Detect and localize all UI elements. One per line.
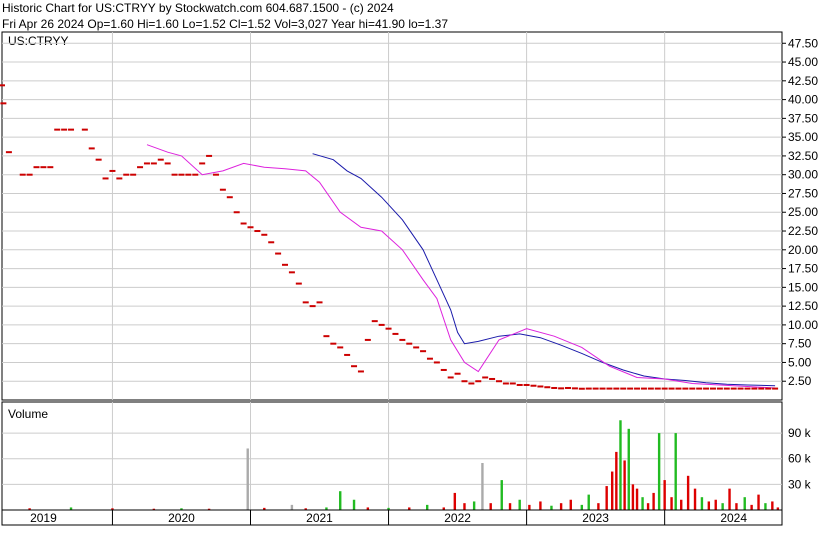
- volume-bar: [743, 497, 746, 510]
- volume-bar: [627, 428, 630, 510]
- y-tick-label: 27.50: [788, 186, 818, 200]
- volume-bar: [674, 433, 677, 510]
- volume-bar: [721, 503, 724, 510]
- volume-bar: [489, 503, 492, 510]
- volume-bar: [764, 503, 767, 510]
- volume-bar: [352, 499, 356, 510]
- volume-bar: [339, 491, 342, 510]
- volume-bar: [528, 504, 531, 510]
- volume-bar: [707, 501, 711, 510]
- volume-bar: [597, 503, 600, 510]
- x-tick-label: 2022: [444, 511, 471, 525]
- volume-bar: [663, 480, 666, 510]
- volume-bar: [550, 505, 553, 510]
- y-tick-label: 25.00: [788, 205, 818, 219]
- volume-bar: [652, 492, 655, 510]
- y-tick-label: 12.50: [788, 299, 818, 313]
- volume-bar: [539, 501, 542, 510]
- y-tick-label: 40.00: [788, 93, 818, 107]
- volume-bar: [700, 497, 704, 510]
- volume-bar: [635, 488, 639, 510]
- volume-bar: [757, 494, 760, 510]
- x-tick-label: 2020: [168, 511, 195, 525]
- volume-bar: [619, 420, 622, 510]
- moving-average-short-line: [146, 144, 776, 389]
- volume-bar: [559, 503, 563, 510]
- volume-bar: [714, 499, 717, 510]
- volume-bar: [610, 471, 614, 510]
- volume-bar: [641, 497, 644, 510]
- volume-bar: [771, 501, 774, 510]
- volume-panel: Volume 30 k 60 k 90 k: [1, 401, 812, 511]
- volume-bar: [646, 503, 650, 510]
- volume-bar: [463, 503, 466, 510]
- price-panel: US:CTRYY 2.50 5.00 7.50 10.00 12.50 15.00 17.50…: [0, 31, 818, 401]
- x-tick-label: 2019: [30, 511, 57, 525]
- volume-bar: [246, 448, 249, 510]
- y-tick-label: 20.00: [788, 243, 818, 257]
- volume-bar: [481, 463, 484, 510]
- volume-bar: [657, 433, 661, 510]
- volume-bar: [290, 504, 294, 510]
- y-tick-label: 7.50: [788, 337, 812, 351]
- volume-bar: [518, 499, 521, 510]
- volume-bar: [426, 504, 429, 510]
- volume-bar: [615, 451, 618, 510]
- volume-bar: [580, 504, 584, 510]
- y-tick-label: 15.00: [788, 280, 818, 294]
- volume-tick-label: 60 k: [788, 452, 812, 466]
- volume-tick-label: 90 k: [788, 426, 812, 440]
- volume-bar: [500, 480, 503, 510]
- volume-bar: [605, 486, 608, 510]
- volume-panel-label: Volume: [8, 407, 48, 421]
- x-tick-label: 2024: [720, 511, 747, 525]
- stock-chart: US:CTRYY 2.50 5.00 7.50 10.00 12.50 15.00 17.50…: [0, 31, 818, 526]
- volume-bar: [728, 488, 731, 510]
- y-tick-label: 32.50: [788, 149, 818, 163]
- volume-bar: [686, 475, 690, 510]
- price-panel-label: US:CTRYY: [8, 34, 68, 48]
- volume-bar: [623, 460, 626, 510]
- volume-bar: [569, 499, 572, 510]
- y-tick-label: 5.00: [788, 355, 812, 369]
- volume-bar: [508, 503, 512, 510]
- volume-bar: [472, 501, 476, 510]
- y-tick-label: 42.50: [788, 74, 818, 88]
- volume-bar: [453, 492, 457, 510]
- y-tick-label: 37.50: [788, 111, 818, 125]
- x-tick-label: 2021: [306, 511, 333, 525]
- volume-bar: [680, 499, 683, 510]
- volume-bar: [670, 497, 673, 510]
- volume-bar: [735, 503, 738, 510]
- y-tick-label: 10.00: [788, 318, 818, 332]
- y-tick-label: 47.50: [788, 36, 818, 50]
- volume-bar: [587, 494, 590, 510]
- volume-bar: [750, 504, 753, 510]
- y-tick-label: 45.00: [788, 55, 818, 69]
- moving-average-long-line: [312, 153, 776, 387]
- y-tick-label: 30.00: [788, 168, 818, 182]
- x-axis: 2019 2020 2021 2022 2023 2024: [1, 509, 783, 526]
- y-tick-label: 17.50: [788, 262, 818, 276]
- y-tick-label: 22.50: [788, 224, 818, 238]
- volume-tick-label: 30 k: [788, 477, 812, 491]
- volume-bar: [693, 488, 697, 510]
- x-tick-label: 2023: [582, 511, 609, 525]
- y-tick-label: 2.50: [788, 374, 812, 388]
- y-tick-label: 35.00: [788, 130, 818, 144]
- volume-bar: [631, 484, 635, 510]
